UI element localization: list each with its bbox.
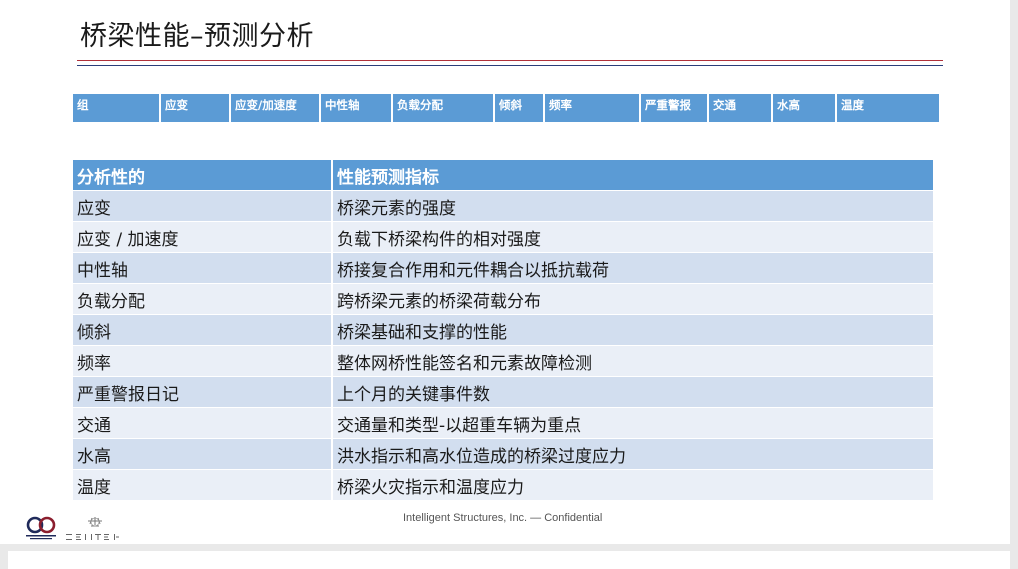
intelligent-structures-logo	[26, 516, 56, 540]
header-cell: 温度	[837, 94, 939, 122]
table-row: 应变 桥梁元素的强度	[73, 191, 933, 221]
header-cell: 中性轴	[321, 94, 391, 122]
header-cell: 应变/加速度	[231, 94, 319, 122]
table-header-cell: 分析性的	[73, 160, 331, 190]
slide: 桥梁性能–预测分析 组 应变 应变/加速度 中性轴 负载分配 倾斜 频率 严重警…	[0, 0, 1010, 544]
table-cell-indicator: 桥接复合作用和元件耦合以抵抗载荷	[333, 253, 933, 283]
header-cell: 应变	[161, 94, 229, 122]
title-rule-red	[77, 60, 943, 61]
next-slide-edge	[8, 551, 1010, 569]
table-cell-analytic: 负载分配	[73, 284, 331, 314]
header-cell: 组	[73, 94, 159, 122]
table-cell-analytic: 中性轴	[73, 253, 331, 283]
category-header-strip: 组 应变 应变/加速度 中性轴 负载分配 倾斜 频率 严重警报 交通 水高 温度	[73, 94, 939, 122]
header-cell: 倾斜	[495, 94, 543, 122]
table-cell-analytic: 应变	[73, 191, 331, 221]
table-cell-analytic: 严重警报日记	[73, 377, 331, 407]
table-row: 频率 整体网桥性能签名和元素故障检测	[73, 346, 933, 376]
zentek-logo	[66, 517, 119, 540]
table-cell-analytic: 应变 / 加速度	[73, 222, 331, 252]
table-cell-analytic: 水高	[73, 439, 331, 469]
table-row: 水高 洪水指示和高水位造成的桥梁过度应力	[73, 439, 933, 469]
table-row: 交通 交通量和类型-以超重车辆为重点	[73, 408, 933, 438]
footer-confidential: Intelligent Structures, Inc. — Confident…	[403, 512, 603, 524]
table-cell-indicator: 跨桥梁元素的桥梁荷载分布	[333, 284, 933, 314]
table-cell-indicator: 上个月的关键事件数	[333, 377, 933, 407]
table-header-cell: 性能预测指标	[333, 160, 933, 190]
table-cell-indicator: 桥梁火灾指示和温度应力	[333, 470, 933, 500]
table-cell-indicator: 桥梁基础和支撑的性能	[333, 315, 933, 345]
table-row: 中性轴 桥接复合作用和元件耦合以抵抗载荷	[73, 253, 933, 283]
table-row: 应变 / 加速度 负载下桥梁构件的相对强度	[73, 222, 933, 252]
header-cell: 水高	[773, 94, 835, 122]
table-cell-indicator: 洪水指示和高水位造成的桥梁过度应力	[333, 439, 933, 469]
title-rule-blue	[77, 65, 943, 66]
page-title: 桥梁性能–预测分析	[80, 21, 314, 52]
header-cell: 负载分配	[393, 94, 493, 122]
table-cell-indicator: 负载下桥梁构件的相对强度	[333, 222, 933, 252]
table-cell-analytic: 倾斜	[73, 315, 331, 345]
table-cell-analytic: 频率	[73, 346, 331, 376]
table-row: 温度 桥梁火灾指示和温度应力	[73, 470, 933, 500]
table-cell-analytic: 交通	[73, 408, 331, 438]
table-cell-indicator: 桥梁元素的强度	[333, 191, 933, 221]
table-cell-indicator: 整体网桥性能签名和元素故障检测	[333, 346, 933, 376]
table-row: 倾斜 桥梁基础和支撑的性能	[73, 315, 933, 345]
table-row: 严重警报日记 上个月的关键事件数	[73, 377, 933, 407]
table-cell-indicator: 交通量和类型-以超重车辆为重点	[333, 408, 933, 438]
table-header-row: 分析性的 性能预测指标	[73, 160, 933, 190]
header-cell: 严重警报	[641, 94, 707, 122]
header-cell: 交通	[709, 94, 771, 122]
table-cell-analytic: 温度	[73, 470, 331, 500]
table-row: 负载分配 跨桥梁元素的桥梁荷载分布	[73, 284, 933, 314]
header-cell: 频率	[545, 94, 639, 122]
